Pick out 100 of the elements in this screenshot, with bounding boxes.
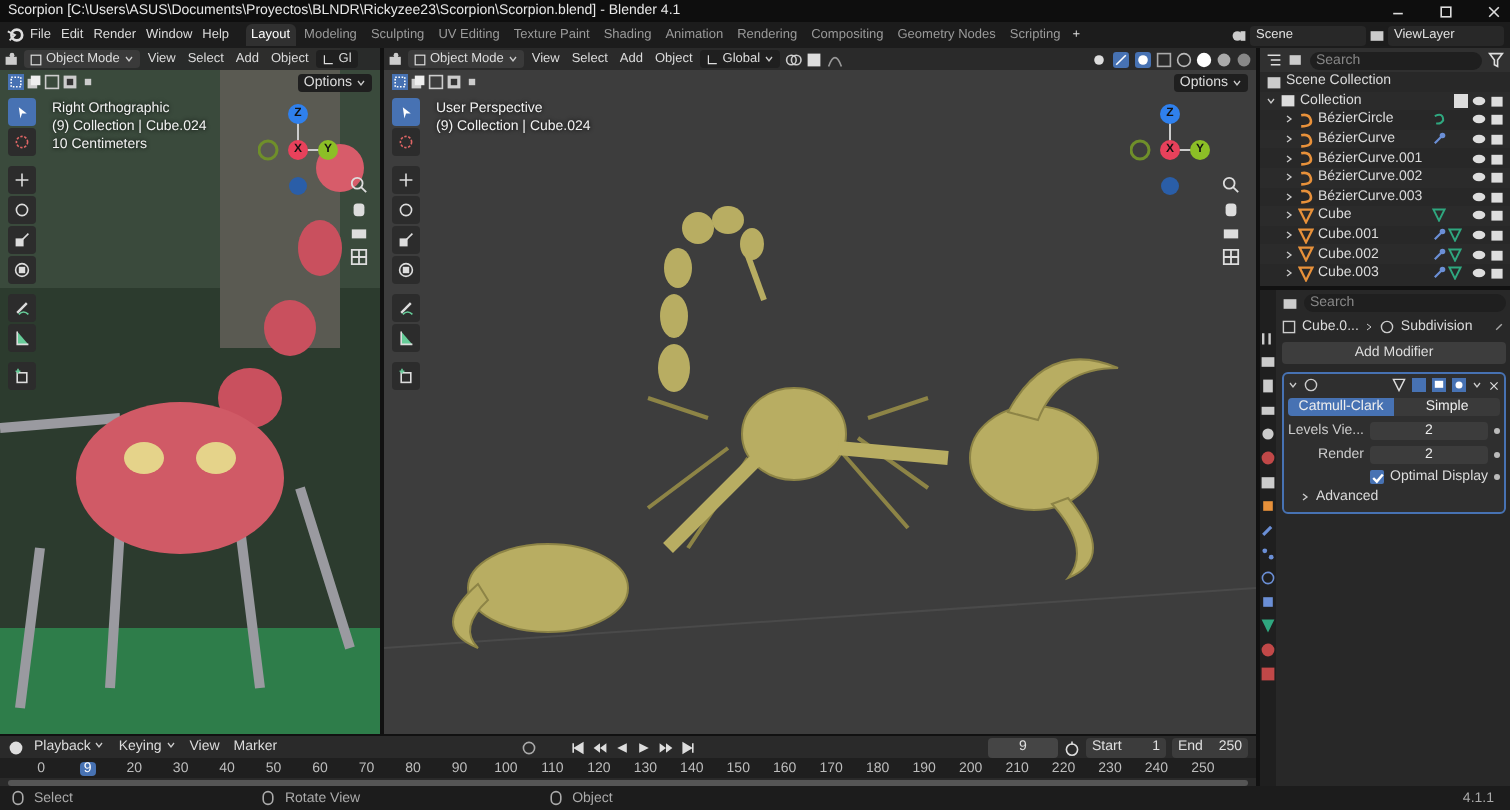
render-toggle-icon[interactable] [1452, 378, 1467, 392]
caret-icon[interactable] [1472, 380, 1483, 390]
solid-shading-icon[interactable] [1196, 51, 1212, 67]
blender-logo-icon[interactable] [6, 26, 24, 44]
add-cube-tool[interactable] [392, 362, 420, 390]
tool-icon[interactable] [1260, 330, 1276, 346]
timeline-scrollbar[interactable] [8, 780, 1248, 786]
maximize-icon[interactable] [1438, 3, 1454, 19]
xray-icon[interactable] [1156, 51, 1172, 67]
material-icon[interactable] [1260, 642, 1276, 658]
wrench-icon[interactable] [1432, 247, 1446, 262]
camera-icon[interactable] [1222, 224, 1240, 242]
keyframe-dot[interactable] [1494, 474, 1501, 480]
scene-icon[interactable] [1260, 426, 1276, 442]
texture-icon[interactable] [1260, 666, 1276, 682]
keyframe-dot[interactable] [1494, 452, 1501, 458]
select-mode-icon[interactable] [392, 74, 408, 90]
curve-data-icon[interactable] [1432, 112, 1446, 127]
caret-icon[interactable] [1300, 492, 1310, 502]
caret-icon[interactable] [1266, 95, 1276, 106]
collection-icon[interactable] [1260, 474, 1276, 490]
pin-icon[interactable] [1492, 320, 1507, 334]
scorpion-model-drawing[interactable] [452, 206, 1119, 649]
grid-icon[interactable] [1222, 248, 1240, 266]
filter-layers-icon[interactable] [1288, 52, 1304, 68]
display-mode-icon[interactable] [1266, 52, 1282, 68]
subtract-mode-icon[interactable] [428, 74, 444, 90]
visibility-icon[interactable] [1090, 51, 1108, 67]
scale-tool[interactable] [8, 226, 36, 254]
view-layer-icon[interactable] [1368, 27, 1386, 43]
realtime-icon[interactable] [1432, 378, 1447, 392]
stopwatch-icon[interactable] [1064, 739, 1080, 755]
wireframe-shading-icon[interactable] [1176, 51, 1192, 67]
select-box-tool[interactable] [392, 98, 420, 126]
wrench-icon[interactable] [1432, 132, 1446, 147]
cursor-tool[interactable] [8, 128, 36, 156]
object-icon[interactable] [1260, 498, 1276, 514]
extend-mode-icon[interactable] [26, 74, 42, 90]
zoom-icon[interactable] [1222, 176, 1240, 194]
scene-icon[interactable] [1230, 27, 1248, 43]
camera-icon[interactable] [350, 224, 368, 242]
view-layer-icon[interactable] [1260, 402, 1276, 418]
output-icon[interactable] [1260, 378, 1276, 394]
grid-icon[interactable] [350, 248, 368, 266]
intersect-mode-icon[interactable] [464, 74, 480, 90]
particles-icon[interactable] [1260, 546, 1276, 562]
add-cube-tool[interactable] [8, 362, 36, 390]
move-tool[interactable] [392, 166, 420, 194]
checkbox[interactable] [1370, 470, 1384, 484]
cursor-tool[interactable] [392, 128, 420, 156]
transform-tool[interactable] [392, 256, 420, 284]
hand-icon[interactable] [350, 200, 368, 218]
record-icon[interactable] [520, 739, 538, 755]
caret-icon[interactable] [356, 77, 366, 87]
edit-mode-icon[interactable] [1412, 378, 1427, 392]
intersect-mode-icon[interactable] [80, 74, 96, 90]
invert-mode-icon[interactable] [446, 74, 462, 90]
link-icon[interactable] [784, 51, 803, 67]
snap-icon[interactable] [806, 51, 823, 67]
gizmo-toggle-icon[interactable] [1112, 51, 1130, 67]
move-tool[interactable] [8, 166, 36, 194]
rotate-tool[interactable] [8, 196, 36, 224]
world-icon[interactable] [1260, 450, 1276, 466]
rotate-tool[interactable] [392, 196, 420, 224]
editor-type-icon[interactable] [1282, 295, 1298, 311]
subtract-mode-icon[interactable] [44, 74, 60, 90]
select-box-tool[interactable] [8, 98, 36, 126]
proportional-icon[interactable] [826, 51, 845, 67]
material-shading-icon[interactable] [1216, 51, 1232, 67]
extend-mode-icon[interactable] [410, 74, 426, 90]
scale-tool[interactable] [392, 226, 420, 254]
close-icon[interactable] [1488, 379, 1501, 391]
select-mode-icon[interactable] [8, 74, 24, 90]
close-icon[interactable] [1486, 3, 1502, 19]
wrench-icon[interactable] [1432, 228, 1446, 243]
constraints-icon[interactable] [1260, 594, 1276, 610]
clock-editor-icon[interactable] [8, 739, 24, 755]
wrench-icon[interactable] [1432, 266, 1446, 281]
physics-icon[interactable] [1260, 570, 1276, 586]
jump-start-icon[interactable] [570, 739, 586, 755]
data-icon[interactable] [1260, 618, 1276, 634]
transform-tool[interactable] [8, 256, 36, 284]
checkbox-icon[interactable] [1454, 93, 1468, 108]
on-cage-icon[interactable] [1392, 378, 1407, 392]
annotate-tool[interactable] [8, 294, 36, 322]
wrench-icon[interactable] [1260, 522, 1276, 538]
caret-icon[interactable] [507, 54, 518, 64]
overlay-icon[interactable] [1134, 51, 1152, 67]
filter-icon[interactable] [1488, 52, 1504, 68]
caret-icon[interactable] [1232, 77, 1242, 87]
annotate-tool[interactable] [392, 294, 420, 322]
caret-icon[interactable] [94, 740, 105, 750]
caret-icon[interactable] [1288, 380, 1298, 390]
measure-tool[interactable] [8, 324, 36, 352]
editor-type-icon[interactable] [388, 51, 404, 67]
caret-icon[interactable] [764, 54, 775, 64]
render-icon[interactable] [1260, 354, 1276, 370]
rendered-shading-icon[interactable] [1236, 51, 1252, 67]
hand-icon[interactable] [1222, 200, 1240, 218]
editor-type-icon[interactable] [4, 51, 20, 67]
